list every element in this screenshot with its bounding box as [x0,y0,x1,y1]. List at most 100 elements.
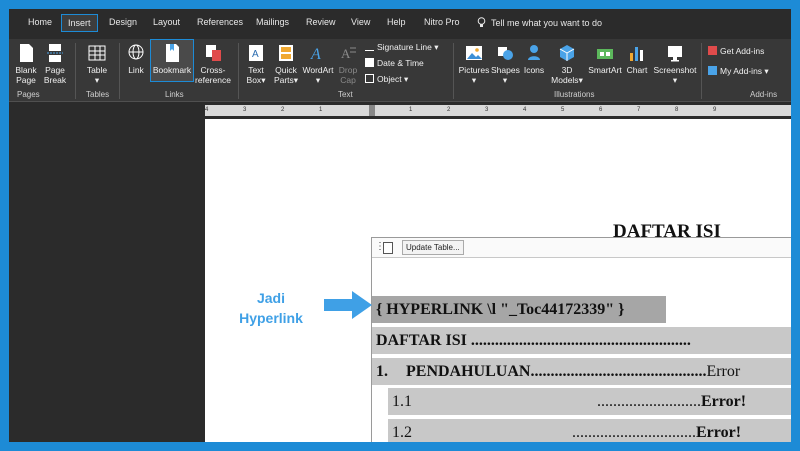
text-box-label-2: Box [246,75,262,85]
table-of-contents[interactable]: ⋮ Update Table... { HYPERLINK \l "_Toc44… [371,237,791,442]
3d-models-label-2: Models [551,75,579,85]
ruler-tick: 3 [243,107,247,113]
tab-review[interactable]: Review [306,17,336,27]
text-box-label-1: Text [248,65,264,75]
toc-entry-dots: ............................... [572,424,696,441]
wordart-icon: A [310,46,321,63]
cube-icon [559,45,575,61]
wordart-button[interactable]: A WordArt ▾ [301,43,335,85]
chevron-down-icon: ▾ [471,75,477,85]
arrow-right-icon [324,291,372,319]
toc-entry-pendahuluan[interactable]: 1. PENDAHULUAN...........................… [372,358,791,385]
text-box-icon: A [249,45,263,61]
tab-nitro-pro[interactable]: Nitro Pro [424,17,460,27]
my-addins-button[interactable]: My Add-ins ▾ [708,66,769,77]
table-button[interactable]: Table ▾ [84,43,110,85]
page-break-button[interactable]: Page Break [42,43,68,85]
shapes-button[interactable]: Shapes ▾ [491,43,520,85]
tab-references[interactable]: References [197,17,243,27]
store-icon [708,46,717,55]
tab-layout[interactable]: Layout [153,17,180,27]
chevron-down-icon: ▾ [315,75,321,85]
quick-parts-button[interactable]: Quick Parts▾ [273,43,299,85]
ruler-tick: 4 [205,107,209,113]
ribbon-separator [453,43,454,99]
cross-reference-label-2: reference [195,75,231,85]
screenshot-button[interactable]: Screenshot ▾ [652,43,698,85]
horizontal-ruler[interactable]: 4 3 2 1 1 2 3 4 5 6 7 8 9 [205,105,791,116]
ribbon-separator [75,43,76,99]
3d-models-button[interactable]: 3D Models▾ [549,43,585,85]
drop-cap-label-1: Drop [338,65,358,75]
date-time-button[interactable]: Date & Time [365,58,424,68]
tab-design[interactable]: Design [109,17,137,27]
date-time-label: Date & Time [377,58,424,68]
toc-entry-number: 1.1 [392,393,412,410]
toc-entry-number: 1. [376,363,388,380]
addins-icon [708,66,717,75]
link-button[interactable]: Link [125,43,147,75]
icons-label: Icons [523,65,545,75]
quick-parts-label-1: Quick [275,65,297,75]
bookmark-button[interactable]: Bookmark [150,39,194,82]
tab-help[interactable]: Help [387,17,406,27]
smartart-button[interactable]: SmartArt [586,43,624,75]
tab-view[interactable]: View [351,17,370,27]
toc-entry-daftar-isi[interactable]: DAFTAR ISI .............................… [372,327,791,354]
link-label: Link [128,65,144,75]
blank-page-button[interactable]: Blank Page [13,43,39,85]
toc-entry-1-2[interactable]: 1.2 ...............................Error! [388,419,791,442]
my-addins-label: My Add-ins [720,66,763,76]
bookmark-icon [166,44,179,62]
signature-line-button[interactable]: Signature Line ▾ [365,42,438,53]
indent-marker[interactable] [369,105,375,116]
ruler-tick: 5 [561,107,565,113]
blank-page-label-2: Page [16,75,36,85]
lightbulb-icon [477,17,486,27]
chevron-down-icon: ▾ [502,75,508,85]
tab-mailings[interactable]: Mailings [256,17,289,27]
drop-cap-label-2: Cap [340,75,356,85]
chart-button[interactable]: Chart [625,43,649,75]
blank-page-icon [20,44,33,62]
ruler-tick: 6 [599,107,603,113]
chevron-down-icon: ▾ [94,75,100,85]
signature-icon [365,42,374,51]
tell-me-search[interactable]: Tell me what you want to do [477,17,602,28]
drop-cap-button[interactable]: A Drop Cap [337,43,359,85]
cross-reference-button[interactable]: Cross- reference [195,43,231,85]
group-label-addins: Add-ins [750,90,778,99]
update-table-button[interactable]: Update Table... [402,240,464,255]
quick-parts-label-2: Parts [273,75,294,85]
calendar-icon [365,58,374,67]
document-page[interactable]: DAFTAR ISI ⋮ Update Table... { HYPERLINK… [205,119,791,442]
chevron-down-icon: ▾ [764,66,769,76]
ruler-tick: 3 [485,107,489,113]
wordart-label: WordArt [302,65,334,75]
tab-home[interactable]: Home [28,17,52,27]
toc-entry-text: PENDAHULUAN [406,363,531,380]
object-button[interactable]: Object ▾ [365,74,408,85]
cross-reference-label-1: Cross- [200,65,226,75]
pictures-icon [466,46,482,60]
group-label-tables: Tables [86,90,110,99]
hyperlink-field-code[interactable]: { HYPERLINK \l "_Toc44172339" } [372,296,666,323]
text-box-button[interactable]: A Text Box▾ [243,43,269,85]
tab-insert[interactable]: Insert [61,14,98,32]
group-label-pages: Pages [17,90,40,99]
bookmark-label: Bookmark [152,65,192,75]
chart-label: Chart [626,65,648,75]
pictures-button[interactable]: Pictures ▾ [458,43,490,85]
toc-doc-icon[interactable] [383,242,393,254]
ruler-tick: 8 [675,107,679,113]
page-break-icon [47,44,63,62]
toc-entry-error: Error [706,363,741,380]
ribbon-separator [701,43,702,99]
object-icon [365,74,374,83]
get-addins-button[interactable]: Get Add-ins [708,46,764,56]
chevron-down-icon: ▾ [578,75,583,85]
icons-button[interactable]: Icons [523,43,545,75]
drop-cap-icon: A [341,46,356,61]
ruler-tick: 1 [409,107,413,113]
toc-entry-1-1[interactable]: 1.1 ..........................Error! [388,388,791,415]
